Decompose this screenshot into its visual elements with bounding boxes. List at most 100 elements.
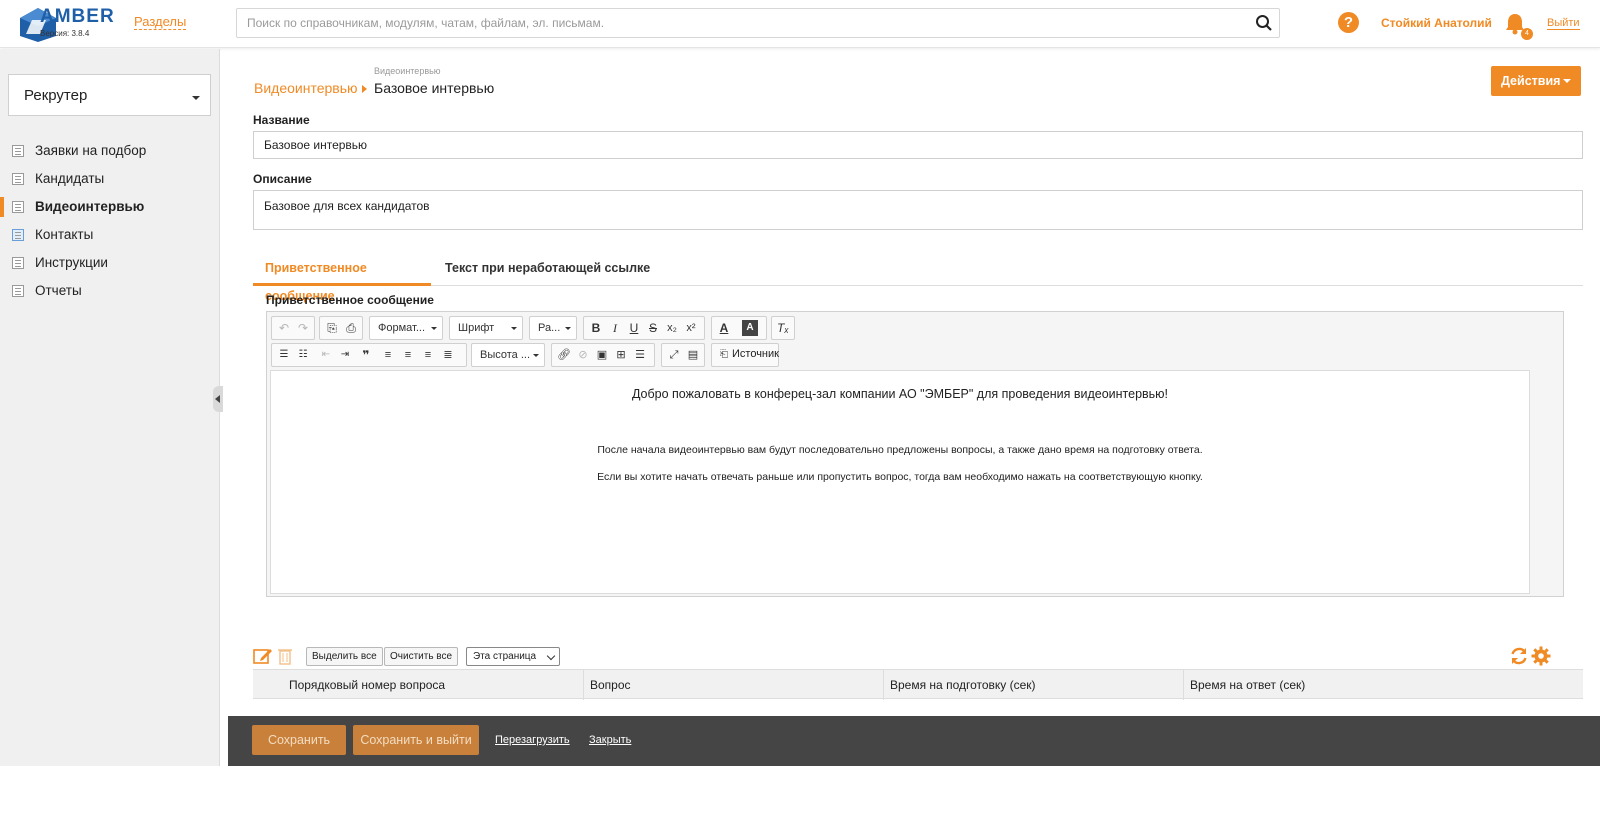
subscript-icon[interactable]: x₂ (664, 320, 680, 336)
user-name-link[interactable]: Стойкий Анатолий (1381, 16, 1492, 30)
align-right-icon[interactable]: ≡ (420, 347, 436, 363)
size-combo[interactable]: Ра... (529, 316, 577, 340)
sidebar-item-label: Кандидаты (35, 171, 105, 186)
remove-format-icon[interactable]: Tₓ (775, 320, 791, 336)
show-blocks-icon[interactable]: ▤ (685, 347, 701, 363)
sidebar-collapse-toggle[interactable] (213, 386, 223, 412)
align-center-icon[interactable]: ≡ (400, 347, 416, 363)
chevron-down-icon (1563, 79, 1571, 83)
save-and-exit-button[interactable]: Сохранить и выйти (353, 725, 479, 755)
page-title: Базовое интервью (374, 80, 495, 96)
italic-icon[interactable]: I (607, 320, 623, 336)
grid-header: Порядковый номер вопроса Вопрос Время на… (253, 669, 1583, 700)
welcome-text-line-1: Добро пожаловать в конферец-зал компании… (631, 387, 1169, 401)
print-icon[interactable]: ⎙ (343, 320, 359, 336)
refresh-icon[interactable] (1509, 646, 1529, 666)
column-header-prep-time[interactable]: Время на подготовку (сек) (883, 670, 1183, 700)
strikethrough-icon[interactable]: S (645, 320, 661, 336)
outdent-icon[interactable]: ⇤ (318, 347, 334, 363)
close-link[interactable]: Закрыть (589, 734, 631, 746)
sidebar-item-requests[interactable]: Заявки на подбор (0, 137, 220, 165)
sidebar-item-label: Отчеты (35, 283, 82, 298)
source-button-label: Источник (732, 348, 779, 360)
sidebar: Рекрутер Заявки на подбор Кандидаты Виде… (0, 49, 220, 766)
footer-action-bar: Сохранить Сохранить и выйти Перезагрузит… (228, 716, 1600, 766)
font-combo[interactable]: Шрифт (449, 316, 523, 340)
document-icon (12, 285, 24, 297)
sidebar-item-label: Видеоинтервью (35, 199, 145, 214)
gear-icon[interactable] (1531, 646, 1551, 666)
edit-icon[interactable] (253, 647, 273, 665)
align-left-icon[interactable]: ≡ (380, 347, 396, 363)
text-color-icon[interactable]: A (716, 320, 732, 336)
breadcrumb-caption: Видеоинтервью (374, 66, 441, 76)
trash-icon[interactable] (277, 647, 293, 665)
underline-icon[interactable]: U (626, 320, 642, 336)
document-icon (12, 145, 24, 157)
align-justify-icon[interactable]: ≣ (440, 347, 456, 363)
column-header-question-number[interactable]: Порядковый номер вопроса (283, 670, 583, 700)
blockquote-icon[interactable]: ❞ (358, 347, 374, 363)
search-icon[interactable] (1255, 14, 1273, 32)
unlink-icon[interactable]: ⊘ (575, 347, 591, 363)
bold-icon[interactable]: B (588, 320, 604, 336)
logout-link[interactable]: Выйти (1547, 17, 1580, 30)
page-scope-select[interactable]: Эта страница (466, 647, 560, 666)
column-header-question[interactable]: Вопрос (583, 670, 883, 700)
bulleted-list-icon[interactable]: ☰ (276, 347, 292, 363)
superscript-icon[interactable]: x² (683, 320, 699, 336)
link-icon[interactable]: 🔗︎ (556, 347, 572, 363)
main-content: Видеоинтервью Видеоинтервью Базовое инте… (228, 56, 1600, 766)
size-combo-label: Ра... (538, 322, 561, 334)
column-header-answer-time[interactable]: Время на ответ (сек) (1183, 670, 1583, 700)
rich-text-editor: ↶ ↷ ⎘ ⎙ Формат... Шрифт Ра... B I U S x₂… (266, 311, 1564, 597)
search-input[interactable] (237, 9, 1217, 37)
tab-bar: Приветственное сообщение Текст при нераб… (253, 254, 1583, 303)
chevron-down-icon (511, 327, 517, 330)
name-label: Название (253, 113, 310, 127)
source-group[interactable]: ⎗ Источник (711, 343, 779, 367)
contacts-book-icon (12, 229, 24, 241)
sidebar-item-candidates[interactable]: Кандидаты (0, 165, 220, 193)
chevron-down-icon (533, 354, 539, 357)
document-icon (12, 201, 24, 213)
save-button[interactable]: Сохранить (252, 725, 346, 755)
redo-icon[interactable]: ↷ (295, 320, 311, 336)
background-color-icon[interactable]: A (742, 320, 758, 336)
chevron-down-icon (546, 651, 556, 661)
notification-count-badge: 4 (1521, 28, 1533, 40)
select-all-button[interactable]: Выделить все (306, 647, 383, 666)
sidebar-item-instructions[interactable]: Инструкции (0, 249, 220, 277)
sidebar-item-label: Заявки на подбор (35, 143, 147, 158)
help-icon[interactable]: ? (1338, 12, 1359, 33)
line-height-combo[interactable]: Высота ... (471, 343, 545, 367)
name-field[interactable]: Базовое интервью (253, 131, 1583, 159)
indent-icon[interactable]: ⇥ (337, 347, 353, 363)
actions-dropdown-button[interactable]: Действия (1491, 66, 1581, 96)
reload-link[interactable]: Перезагрузить (495, 734, 570, 746)
source-code-icon: ⎗ (720, 349, 728, 360)
tab-broken-link-text[interactable]: Текст при неработающей ссылке (433, 254, 662, 286)
image-icon[interactable]: ▣ (594, 347, 610, 363)
welcome-text-line-2: После начала видеоинтервью вам будут пос… (597, 444, 1203, 456)
format-combo[interactable]: Формат... (369, 316, 443, 340)
editor-content-area[interactable]: Добро пожаловать в конферец-зал компании… (270, 370, 1530, 594)
horizontal-rule-icon[interactable]: ☰ (632, 347, 648, 363)
sidebar-item-video-interview[interactable]: Видеоинтервью (0, 193, 220, 221)
preview-icon[interactable]: ⎘ (324, 320, 340, 336)
breadcrumb-parent-link[interactable]: Видеоинтервью (254, 80, 358, 96)
description-field[interactable]: Базовое для всех кандидатов (253, 190, 1583, 230)
tab-welcome-message[interactable]: Приветственное сообщение (253, 254, 431, 303)
table-icon[interactable]: ⊞ (613, 347, 629, 363)
role-select[interactable]: Рекрутер (8, 74, 211, 116)
description-label: Описание (253, 172, 312, 186)
maximize-icon[interactable]: ⤢ (666, 347, 682, 363)
sidebar-item-reports[interactable]: Отчеты (0, 277, 220, 305)
clear-format-group: Tₓ (771, 316, 795, 340)
numbered-list-icon[interactable]: ☷ (295, 347, 311, 363)
sidebar-item-contacts[interactable]: Контакты (0, 221, 220, 249)
clear-all-button[interactable]: Очистить все (384, 647, 459, 666)
sections-link[interactable]: Разделы (134, 15, 187, 30)
line-height-combo-label: Высота ... (480, 349, 530, 361)
undo-icon[interactable]: ↶ (276, 320, 292, 336)
